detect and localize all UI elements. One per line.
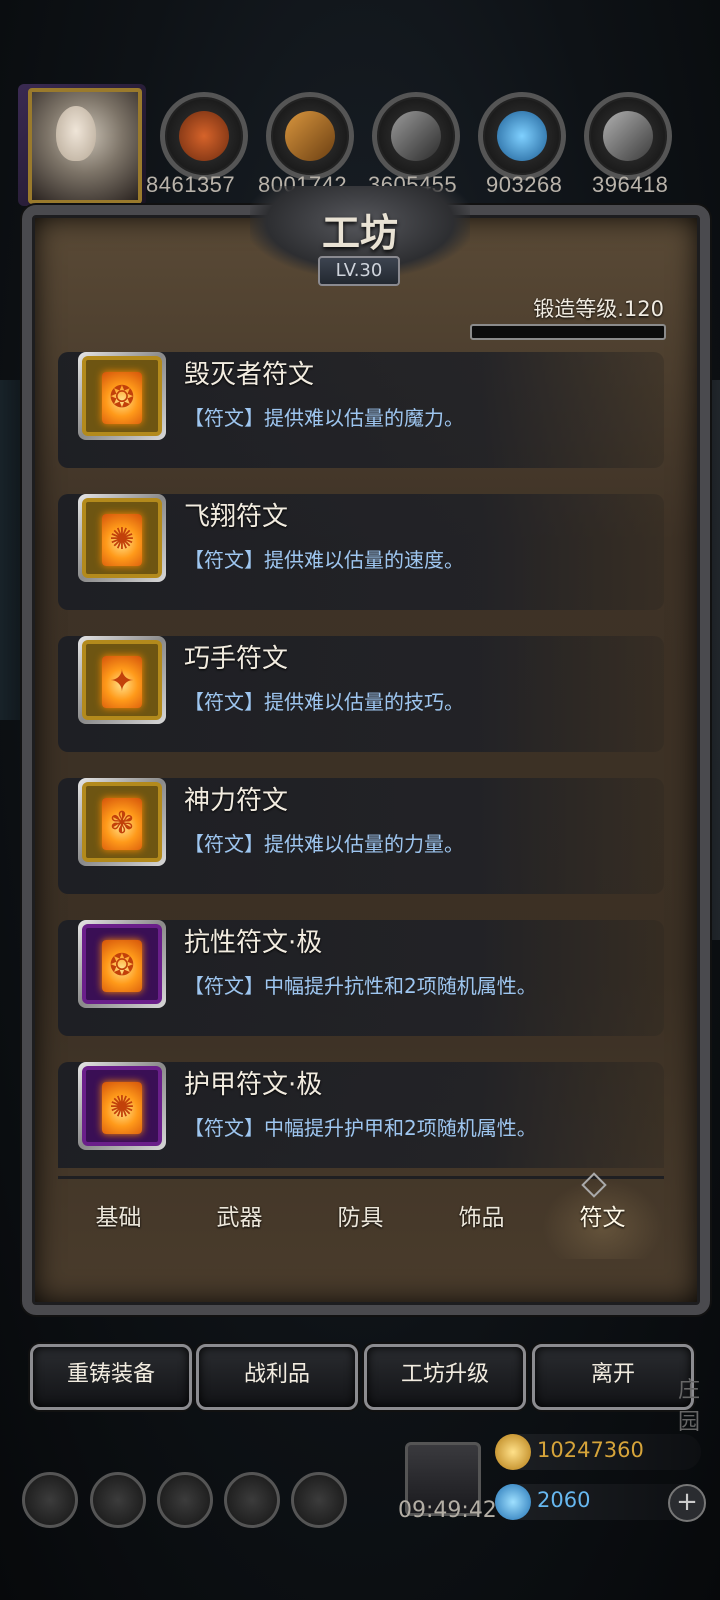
timer-text: 09:49:42 — [398, 1498, 497, 1523]
reforge-button[interactable]: 重铸装备 — [30, 1344, 192, 1410]
gem-amount: 2060 — [537, 1488, 591, 1512]
meat-amount: 8461357 — [146, 172, 236, 197]
rune-icon: ❂ — [102, 940, 142, 992]
crystal-icon[interactable] — [478, 92, 566, 180]
list-item[interactable]: ✺ 飞翔符文 【符文】提供难以估量的速度。 — [58, 494, 664, 610]
rune-name: 护甲符文·极 — [184, 1070, 323, 1100]
rune-name: 飞翔符文 — [184, 502, 289, 532]
achievement-icon[interactable] — [90, 1472, 146, 1528]
rune-item-frame: ❃ — [78, 778, 166, 866]
rune-icon: ❃ — [102, 798, 142, 850]
shop-icon[interactable] — [291, 1472, 347, 1528]
rune-icon: ✦ — [102, 656, 142, 708]
ingot-icon[interactable] — [584, 92, 672, 180]
rune-item-frame: ❂ — [78, 352, 166, 440]
rune-description: 【符文】提供难以估量的魔力。 — [184, 406, 464, 430]
tab-armor[interactable]: 防具 — [300, 1179, 421, 1259]
rune-name: 巧手符文 — [184, 644, 289, 674]
rune-icon: ❂ — [102, 372, 142, 424]
list-item[interactable]: ❃ 神力符文 【符文】提供难以估量的力量。 — [58, 778, 664, 894]
mail-icon[interactable] — [224, 1472, 280, 1528]
rune-description: 【符文】中幅提升抗性和2项随机属性。 — [184, 974, 537, 998]
tab-basic[interactable]: 基础 — [58, 1179, 179, 1259]
rune-description: 【符文】中幅提升护甲和2项随机属性。 — [184, 1116, 537, 1140]
tab-weapons[interactable]: 武器 — [179, 1179, 300, 1259]
rune-item-frame: ✦ — [78, 636, 166, 724]
rune-description: 【符文】提供难以估量的速度。 — [184, 548, 464, 572]
guild-icon[interactable] — [157, 1472, 213, 1528]
ingot-amount: 396418 — [592, 172, 669, 197]
rune-name: 神力符文 — [184, 786, 289, 816]
list-item[interactable]: ❂ 毁灭者符文 【符文】提供难以估量的魔力。 — [58, 352, 664, 468]
add-currency-button[interactable]: + — [668, 1484, 706, 1522]
rune-item-frame: ✺ — [78, 1062, 166, 1150]
rune-name: 抗性符文·极 — [184, 928, 323, 958]
forge-level-label: 锻造等级.120 — [533, 297, 664, 321]
rune-item-frame: ❂ — [78, 920, 166, 1008]
gold-counter: 10247360 — [495, 1434, 701, 1470]
iron-icon[interactable] — [372, 92, 460, 180]
rune-item-frame: ✺ — [78, 494, 166, 582]
hero-portrait[interactable] — [18, 84, 146, 206]
edge-label: 庄园 — [678, 1378, 701, 1435]
page-title: 工坊 — [321, 210, 398, 255]
rune-description: 【符文】提供难以估量的力量。 — [184, 832, 464, 856]
gem-icon — [495, 1484, 531, 1520]
rune-icon: ✺ — [102, 514, 142, 566]
rune-name: 毁灭者符文 — [184, 360, 315, 390]
avatar — [56, 106, 96, 161]
leave-button[interactable]: 离开 — [532, 1344, 694, 1410]
rune-icon: ✺ — [102, 1082, 142, 1134]
gold-amount: 10247360 — [537, 1438, 644, 1462]
level-badge: LV.30 — [318, 256, 400, 286]
rune-list[interactable]: ❂ 毁灭者符文 【符文】提供难以估量的魔力。 ✺ 飞翔符文 【符文】提供难以估量… — [58, 352, 664, 1168]
list-item[interactable]: ✦ 巧手符文 【符文】提供难以估量的技巧。 — [58, 636, 664, 752]
crystal-amount: 903268 — [486, 172, 563, 197]
wood-icon[interactable] — [266, 92, 354, 180]
tab-runes[interactable]: 符文 — [542, 1179, 663, 1259]
upgrade-workshop-button[interactable]: 工坊升级 — [364, 1344, 526, 1410]
loot-button[interactable]: 战利品 — [196, 1344, 358, 1410]
gold-coin-icon — [495, 1434, 531, 1470]
list-item[interactable]: ❂ 抗性符文·极 【符文】中幅提升抗性和2项随机属性。 — [58, 920, 664, 1036]
tab-accessories[interactable]: 饰品 — [421, 1179, 542, 1259]
settings-icon[interactable] — [22, 1472, 78, 1528]
forge-progress-bar — [470, 324, 666, 340]
rune-description: 【符文】提供难以估量的技巧。 — [184, 690, 464, 714]
list-item[interactable]: ✺ 护甲符文·极 【符文】中幅提升护甲和2项随机属性。 — [58, 1062, 664, 1168]
meat-icon[interactable] — [160, 92, 248, 180]
category-tabs: 基础 武器 防具 饰品 符文 — [58, 1176, 664, 1259]
